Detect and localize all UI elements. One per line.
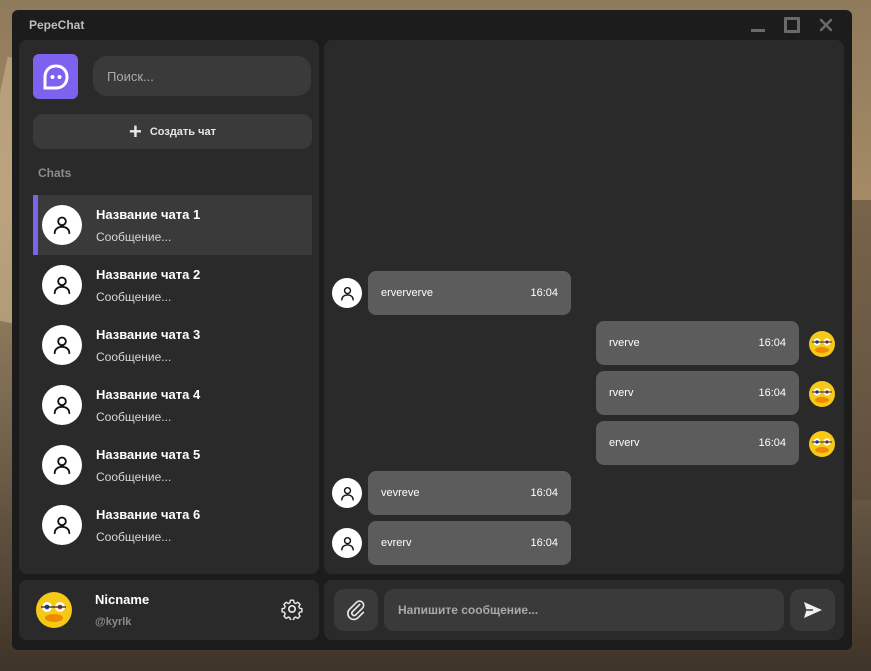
- message-time: 16:04: [530, 537, 558, 549]
- message-row: vevreve 16:04: [332, 471, 571, 515]
- message-time: 16:04: [758, 337, 786, 349]
- message-bubble[interactable]: rverve 16:04: [596, 321, 799, 365]
- avatar[interactable]: [33, 588, 75, 630]
- user-icon: [42, 325, 82, 365]
- message-bubble[interactable]: vevreve 16:04: [368, 471, 571, 515]
- message-time: 16:04: [758, 387, 786, 399]
- attach-button[interactable]: [334, 589, 378, 631]
- profile-handle: @kyrlk: [95, 616, 132, 628]
- chat-list-item[interactable]: Название чата 6 Сообщение...: [33, 495, 312, 555]
- chat-name: Название чата 4: [96, 386, 201, 402]
- chat-list-item[interactable]: Название чата 3 Сообщение...: [33, 315, 312, 375]
- chat-name: Название чата 2: [96, 266, 201, 282]
- message-row: rverv 16:04: [596, 371, 837, 415]
- message-row: erverv 16:04: [596, 421, 837, 465]
- chats-heading: Chats: [38, 166, 72, 180]
- message-bubble[interactable]: erverv 16:04: [596, 421, 799, 465]
- app-logo: [33, 54, 78, 99]
- chat-name: Название чата 1: [96, 206, 201, 222]
- message-time: 16:04: [530, 287, 558, 299]
- message-row: erververve 16:04: [332, 271, 571, 315]
- user-icon: [42, 205, 82, 245]
- duck-avatar: [809, 381, 835, 407]
- user-icon: [332, 478, 362, 508]
- message-row: evrerv 16:04: [332, 521, 571, 565]
- chat-preview: Сообщение...: [96, 409, 172, 424]
- chat-name: Название чата 6: [96, 506, 201, 522]
- message-text: vevreve: [381, 487, 420, 499]
- message-time: 16:04: [758, 437, 786, 449]
- message-text: erververve: [381, 287, 433, 299]
- paperclip-icon: [347, 600, 365, 621]
- chat-name: Название чата 5: [96, 446, 201, 462]
- message-input[interactable]: [384, 589, 784, 631]
- chat-list-item[interactable]: Название чата 5 Сообщение...: [33, 435, 312, 495]
- gear-icon[interactable]: [281, 598, 303, 620]
- chat-preview: Сообщение...: [96, 289, 172, 304]
- chat-name: Название чата 3: [96, 326, 201, 342]
- message-bubble[interactable]: erververve 16:04: [368, 271, 571, 315]
- create-chat-button[interactable]: + Создать чат: [33, 114, 312, 149]
- chat-list-item[interactable]: Название чата 1 Сообщение...: [33, 195, 312, 255]
- profile-panel: Nicname @kyrlk: [19, 580, 319, 640]
- composer: [324, 580, 844, 640]
- message-area: erververve 16:04 rverve 16:04 rverv 16:04 erve…: [324, 40, 844, 574]
- duck-avatar: [809, 331, 835, 357]
- message-text: rverve: [609, 337, 640, 349]
- chat-preview: Сообщение...: [96, 469, 172, 484]
- user-icon: [42, 505, 82, 545]
- send-icon: [803, 602, 822, 618]
- duck-avatar: [809, 431, 835, 457]
- chat-preview: Сообщение...: [96, 529, 172, 544]
- message-bubble[interactable]: evrerv 16:04: [368, 521, 571, 565]
- plus-icon: +: [128, 118, 142, 144]
- user-icon: [42, 385, 82, 425]
- send-button[interactable]: [790, 589, 835, 631]
- chat-preview: Сообщение...: [96, 229, 172, 244]
- user-icon: [332, 278, 362, 308]
- sidebar: + Создать чат Chats Название чата 1 Сообщ…: [19, 40, 319, 574]
- message-text: erverv: [609, 437, 640, 449]
- message-text: rverv: [609, 387, 634, 399]
- chat-preview: Сообщение...: [96, 349, 172, 364]
- chat-list-item[interactable]: Название чата 4 Сообщение...: [33, 375, 312, 435]
- create-chat-label: Создать чат: [149, 125, 217, 138]
- message-row: rverve 16:04: [596, 321, 837, 365]
- search-input[interactable]: [93, 56, 311, 96]
- user-icon: [332, 528, 362, 558]
- user-icon: [42, 265, 82, 305]
- message-bubble[interactable]: rverv 16:04: [596, 371, 799, 415]
- message-text: evrerv: [381, 537, 412, 549]
- profile-nickname: Nicname: [95, 592, 150, 607]
- chat-list-item[interactable]: Название чата 2 Сообщение...: [33, 255, 312, 315]
- message-time: 16:04: [530, 487, 558, 499]
- chat-list: Название чата 1 Сообщение... Название чата…: [33, 195, 312, 555]
- user-icon: [42, 445, 82, 485]
